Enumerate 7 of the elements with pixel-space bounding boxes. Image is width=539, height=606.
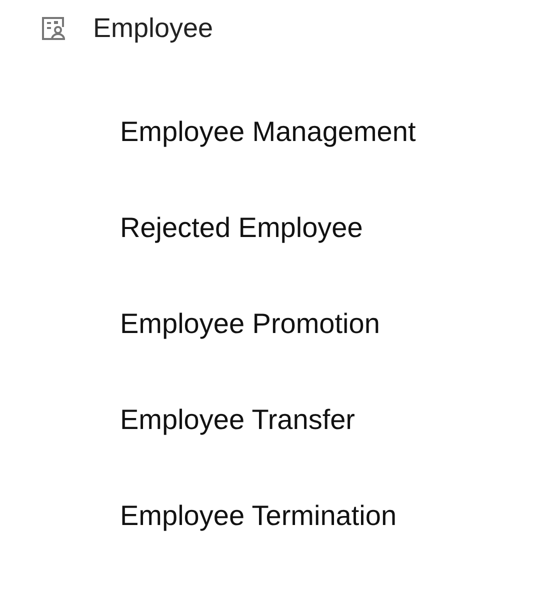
menu-item[interactable]: Employee Management bbox=[120, 84, 539, 180]
menu-item[interactable]: Rejected Employee bbox=[120, 180, 539, 276]
menu-title: Employee bbox=[93, 12, 214, 44]
menu-item[interactable]: Employee Transfer bbox=[120, 372, 539, 468]
menu-item[interactable]: Employee Promotion bbox=[120, 276, 539, 372]
menu-item[interactable]: Employee Termination bbox=[120, 468, 539, 564]
employee-icon bbox=[40, 15, 66, 41]
